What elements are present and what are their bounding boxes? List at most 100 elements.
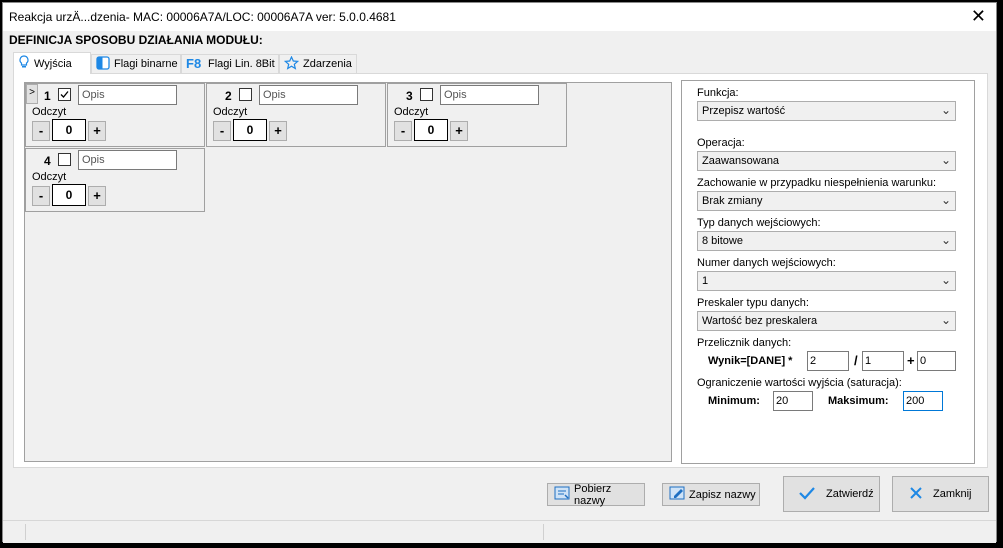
tab-label: Flagi binarne xyxy=(114,58,178,70)
pobierz-nazwy-button[interactable]: Pobierz nazwy xyxy=(547,482,645,507)
odczyt-label: Odczyt xyxy=(394,106,429,118)
output-number: 4 xyxy=(44,154,51,168)
star-icon xyxy=(283,55,300,73)
chevron-down-icon: ⌄ xyxy=(940,313,951,327)
dropdown-value: Wartość bez preskalera xyxy=(702,315,818,327)
tab-zdarzenia[interactable]: Zdarzenia xyxy=(279,54,357,73)
maksimum-input[interactable]: 200 xyxy=(903,391,943,411)
opis-input[interactable]: Opis xyxy=(78,150,177,170)
numer-danych-label: Numer danych wejściowych: xyxy=(697,257,836,269)
offset-input[interactable]: 0 xyxy=(917,351,956,371)
properties-panel: Funkcja: Przepisz wartość ⌄ Operacja: Za… xyxy=(681,80,975,464)
funkcja-dropdown[interactable]: Przepisz wartość ⌄ xyxy=(697,101,956,121)
divide-sign: / xyxy=(854,353,858,368)
decrement-button[interactable]: - xyxy=(213,121,231,141)
zachowanie-dropdown[interactable]: Brak zmiany ⌄ xyxy=(697,191,956,211)
checkmark-icon xyxy=(798,485,816,504)
section-heading: DEFINICJA SPOSOBU DZIAŁANIA MODUŁU: xyxy=(9,33,263,47)
value-field[interactable]: 0 xyxy=(52,184,86,206)
minimum-input[interactable]: 20 xyxy=(773,391,813,411)
chevron-down-icon: ⌄ xyxy=(940,273,951,287)
value-field[interactable]: 0 xyxy=(233,119,267,141)
value-field[interactable]: 0 xyxy=(414,119,448,141)
row-selector[interactable]: > xyxy=(26,84,38,104)
tab-wyjscia[interactable]: Wyjścia xyxy=(13,52,91,74)
typ-danych-dropdown[interactable]: 8 bitowe ⌄ xyxy=(697,231,956,251)
lightbulb-icon xyxy=(18,55,30,72)
tab-panel-wyjscia: > 1 Opis Odczyt - 0 + 2 Opis Odczyt - 0 … xyxy=(13,73,988,468)
button-label: Zamknij xyxy=(933,488,972,500)
dropdown-value: 1 xyxy=(702,275,709,287)
decrement-button[interactable]: - xyxy=(394,121,412,141)
status-separator xyxy=(25,524,26,540)
dropdown-value: 8 bitowe xyxy=(702,235,743,247)
decrement-button[interactable]: - xyxy=(32,186,50,206)
opis-input[interactable]: Opis xyxy=(259,85,358,105)
status-bar xyxy=(3,520,996,543)
output-number: 3 xyxy=(406,89,413,103)
tab-flagi-binarne[interactable]: Flagi binarne xyxy=(91,54,181,73)
preskaler-dropdown[interactable]: Wartość bez preskalera ⌄ xyxy=(697,311,956,331)
output-card-3: 3 Opis Odczyt - 0 + xyxy=(387,83,567,147)
dialog-window: Reakcja urzÄ...dzenia- MAC: 00006A7A/LOC… xyxy=(2,2,997,543)
save-names-icon xyxy=(669,485,685,504)
plus-sign: + xyxy=(907,353,915,368)
przelicznik-label: Przelicznik danych: xyxy=(697,337,792,349)
chevron-down-icon: ⌄ xyxy=(940,103,951,117)
multiplier-input[interactable]: 2 xyxy=(807,351,849,371)
dropdown-value: Zaawansowana xyxy=(702,155,780,167)
svg-text:F8: F8 xyxy=(186,56,201,70)
operacja-dropdown[interactable]: Zaawansowana ⌄ xyxy=(697,151,956,171)
value-field[interactable]: 0 xyxy=(52,119,86,141)
tab-flagi-lin[interactable]: F8 Flagi Lin. 8Bit xyxy=(181,54,279,73)
output-checkbox[interactable] xyxy=(420,88,433,101)
close-x-icon xyxy=(909,486,923,503)
typ-danych-label: Typ danych wejściowych: xyxy=(697,217,821,229)
opis-input[interactable]: Opis xyxy=(440,85,539,105)
odczyt-label: Odczyt xyxy=(32,171,67,183)
increment-button[interactable]: + xyxy=(88,121,106,141)
zatwierdz-button[interactable]: Zatwierdź xyxy=(783,476,880,512)
increment-button[interactable]: + xyxy=(88,186,106,206)
output-number: 1 xyxy=(44,89,51,103)
dropdown-value: Brak zmiany xyxy=(702,195,763,207)
divisor-input[interactable]: 1 xyxy=(862,351,904,371)
download-names-icon xyxy=(554,485,570,504)
tab-label: Wyjścia xyxy=(34,57,72,70)
tab-label: Zdarzenia xyxy=(303,58,352,70)
button-label: Pobierz nazwy xyxy=(574,482,612,507)
button-label: Zapisz nazwy xyxy=(689,488,756,501)
flag-binary-icon xyxy=(96,55,110,73)
zachowanie-label: Zachowanie w przypadku niespełnienia war… xyxy=(697,177,937,189)
button-label: Zatwierdź xyxy=(826,488,874,500)
close-icon[interactable]: ✕ xyxy=(971,6,986,26)
decrement-button[interactable]: - xyxy=(32,121,50,141)
output-checkbox[interactable] xyxy=(58,88,71,101)
zamknij-button[interactable]: Zamknij xyxy=(892,476,989,512)
output-checkbox[interactable] xyxy=(58,153,71,166)
ograniczenie-label: Ograniczenie wartości wyjścia (saturacja… xyxy=(697,377,902,389)
opis-input[interactable]: Opis xyxy=(78,85,177,105)
numer-danych-dropdown[interactable]: 1 ⌄ xyxy=(697,271,956,291)
increment-button[interactable]: + xyxy=(269,121,287,141)
outputs-grid: > 1 Opis Odczyt - 0 + 2 Opis Odczyt - 0 … xyxy=(24,82,672,462)
increment-button[interactable]: + xyxy=(450,121,468,141)
wynik-label: Wynik=[DANE] * xyxy=(708,355,793,367)
output-checkbox[interactable] xyxy=(239,88,252,101)
odczyt-label: Odczyt xyxy=(32,106,67,118)
minimum-label: Minimum: xyxy=(708,395,760,407)
f8-icon: F8 xyxy=(186,56,204,73)
title-bar: Reakcja urzÄ...dzenia- MAC: 00006A7A/LOC… xyxy=(3,3,996,31)
chevron-down-icon: ⌄ xyxy=(940,153,951,167)
chevron-down-icon: ⌄ xyxy=(940,193,951,207)
tab-label: Flagi Lin. 8Bit xyxy=(208,58,275,70)
zapisz-nazwy-button[interactable]: Zapisz nazwy xyxy=(662,483,760,506)
operacja-label: Operacja: xyxy=(697,137,745,149)
dropdown-value: Przepisz wartość xyxy=(702,105,786,117)
status-separator xyxy=(543,524,544,540)
output-number: 2 xyxy=(225,89,232,103)
maksimum-label: Maksimum: xyxy=(828,395,889,407)
preskaler-label: Preskaler typu danych: xyxy=(697,297,809,309)
output-card-1: > 1 Opis Odczyt - 0 + xyxy=(25,83,205,147)
chevron-down-icon: ⌄ xyxy=(940,233,951,247)
